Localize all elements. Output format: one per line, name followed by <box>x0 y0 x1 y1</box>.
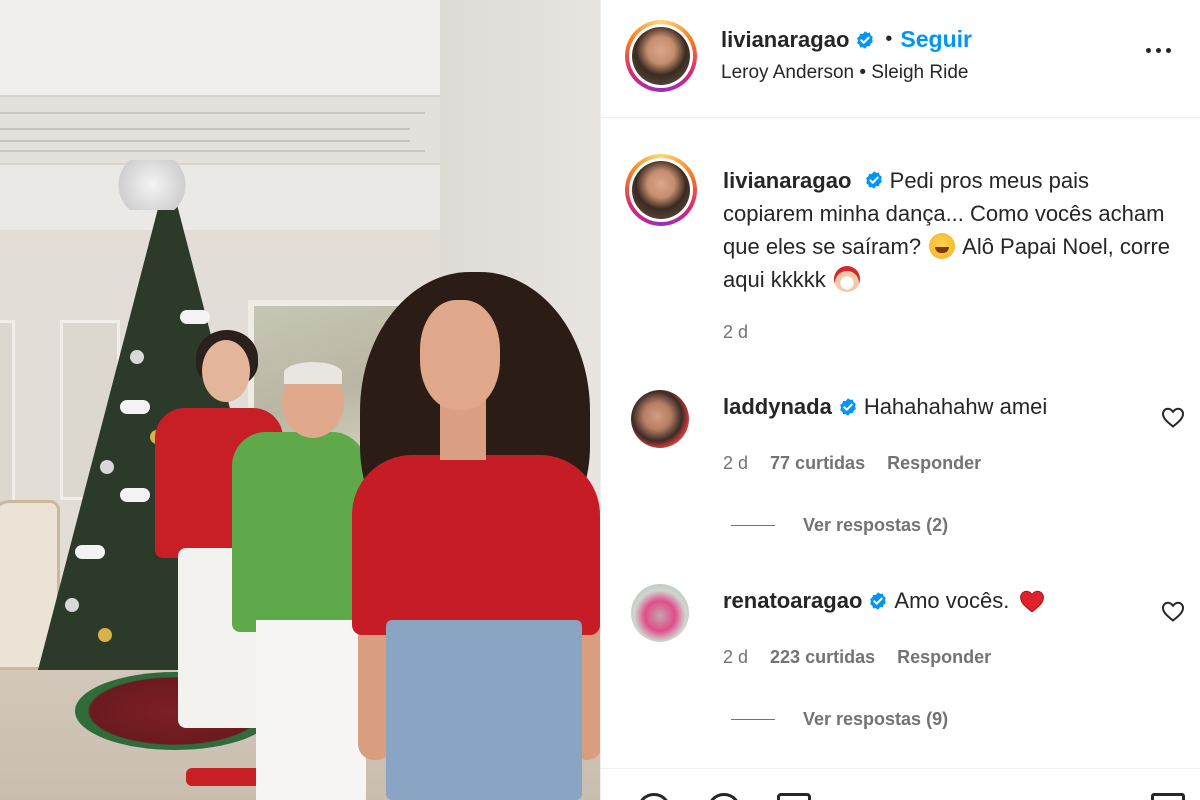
tree-ornament <box>130 350 144 364</box>
caption-author-avatar[interactable] <box>625 154 697 226</box>
replies-divider-line <box>731 719 775 720</box>
comment-timestamp[interactable]: 2 d <box>723 453 748 474</box>
post-caption: livianaragao Pedi pros meus pais copiare… <box>723 164 1183 296</box>
verified-badge-icon <box>839 398 856 416</box>
avatar-image <box>632 161 690 219</box>
comment-text-line: laddynada Hahahahahw amei <box>723 394 1047 420</box>
father-hair <box>284 362 342 384</box>
post-details-panel: livianaragao • Seguir Leroy Anderson • S… <box>600 0 1200 800</box>
heart-outline-icon[interactable] <box>1161 600 1185 622</box>
tree-bow <box>120 400 150 414</box>
verified-badge-icon <box>865 171 882 189</box>
save-icon[interactable] <box>1151 793 1185 800</box>
reply-button[interactable]: Responder <box>887 453 981 474</box>
santa-emoji <box>833 266 860 292</box>
follow-button[interactable]: Seguir <box>900 26 972 53</box>
more-options-dot <box>1155 47 1161 53</box>
commenter-username[interactable]: renatoaragao <box>723 588 862 614</box>
view-replies-button[interactable]: Ver respostas (9) <box>731 709 948 730</box>
comment-likes-count[interactable]: 223 curtidas <box>770 647 875 668</box>
more-options-icon[interactable] <box>1141 40 1175 60</box>
separator-dot: • <box>885 28 893 50</box>
view-replies-label: Ver respostas (9) <box>803 709 949 729</box>
comment-body: Amo vocês. <box>894 588 1010 613</box>
mother-face <box>202 340 250 402</box>
comment-item: renatoaragao Amo vocês. 2 d 223 curtidas… <box>601 574 1200 729</box>
daughter-red-shirt <box>352 455 600 635</box>
father-white-pants <box>256 620 366 800</box>
comment-meta: 2 d 77 curtidas Responder <box>723 453 981 474</box>
caption-timestamp[interactable]: 2 d <box>723 322 748 343</box>
verified-badge-icon <box>870 592 887 610</box>
post-actions-bar <box>601 768 1200 800</box>
avatar-image <box>632 27 690 85</box>
tears-of-joy-emoji <box>929 233 956 259</box>
like-icon[interactable] <box>637 793 671 800</box>
post-video[interactable] <box>0 0 600 800</box>
red-heart-emoji <box>1020 590 1045 613</box>
commenter-avatar[interactable] <box>631 390 689 448</box>
scene-molding <box>0 128 410 142</box>
tree-ornament <box>98 628 112 642</box>
daughter-face <box>420 300 500 410</box>
comment-body: Hahahahahw amei <box>863 394 1048 419</box>
more-options-dot <box>1145 47 1151 53</box>
mother-red-shoes <box>186 768 266 786</box>
tree-bow <box>180 310 210 324</box>
father-green-shirt <box>232 432 366 632</box>
view-replies-label: Ver respostas (2) <box>803 515 949 535</box>
author-line: livianaragao • Seguir <box>721 26 972 53</box>
audio-track-link[interactable]: Leroy Anderson • Sleigh Ride <box>721 62 968 84</box>
comment-meta: 2 d 223 curtidas Responder <box>723 647 991 668</box>
tree-ornament <box>100 460 114 474</box>
share-icon[interactable] <box>777 793 811 800</box>
author-avatar[interactable] <box>625 20 697 92</box>
verified-badge-icon <box>857 30 874 49</box>
author-username[interactable]: livianaragao <box>721 27 849 53</box>
comment-text-line: renatoaragao Amo vocês. <box>723 588 1045 614</box>
comment-likes-count[interactable]: 77 curtidas <box>770 453 865 474</box>
daughter-denim-shorts <box>386 620 582 800</box>
caption-username[interactable]: livianaragao <box>723 168 851 193</box>
commenter-username[interactable]: laddynada <box>723 394 832 420</box>
post-header: livianaragao • Seguir Leroy Anderson • S… <box>601 0 1200 118</box>
tree-bow <box>75 545 105 559</box>
heart-outline-icon[interactable] <box>1161 406 1185 428</box>
comment-timestamp[interactable]: 2 d <box>723 647 748 668</box>
replies-divider-line <box>731 525 775 526</box>
comment-item: laddynada Hahahahahw amei 2 d 77 curtida… <box>601 380 1200 535</box>
reply-button[interactable]: Responder <box>897 647 991 668</box>
tree-ornament <box>65 598 79 612</box>
tree-topper-bow <box>112 160 192 210</box>
comment-icon[interactable] <box>707 793 741 800</box>
scene-wall-panel <box>0 320 15 520</box>
view-replies-button[interactable]: Ver respostas (2) <box>731 515 948 536</box>
commenter-avatar[interactable] <box>631 584 689 642</box>
more-options-dot <box>1165 47 1171 53</box>
tree-bow <box>120 488 150 502</box>
